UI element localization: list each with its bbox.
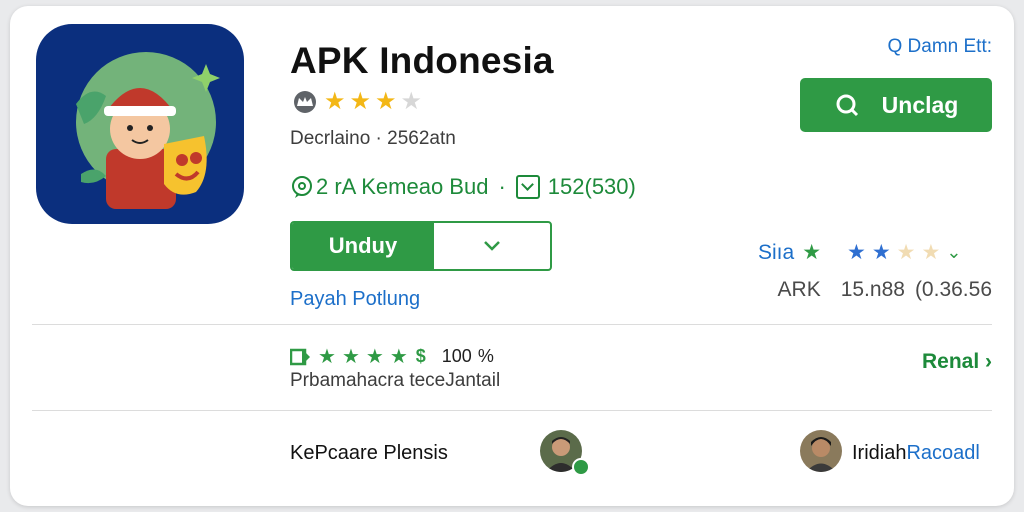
percent-value: 100 [441,346,472,366]
stats-text: 2 rA Kemeao Bud [316,174,489,199]
star-icon: ★ [847,241,866,264]
speech-bubble-icon [292,176,312,198]
primary-button-label: Unclag [881,91,959,118]
chevron-down-icon[interactable] [434,223,550,269]
search-icon [836,94,858,117]
version-value: 15.n88 [840,278,905,301]
checkbox-icon [515,175,540,199]
star-icon: ★ [375,88,397,115]
app-card: APK Indonesia ★ ★ ★ ★ Decrlaino · 2562at… [10,6,1014,506]
app-stats-row: 2 rA Kemeao Bud · 152(530) [290,174,636,200]
dollar-icon: $ [415,346,426,366]
rating-row: ★ ★ ★ ★ [290,90,422,114]
divider [32,324,992,325]
star-icon: ★ [400,88,423,115]
review-subtitle: Prbamahacra teceJantail [290,370,501,391]
star-icon: ★ [389,346,408,368]
apk-label: ARK [777,278,821,301]
divider [32,410,992,411]
star-icon: ★ [921,241,941,264]
review-stats-row: ★ ★ ★ ★ $ 100 % [290,344,494,369]
more-link-label: Renal [921,350,980,373]
star-icon: ★ [896,241,916,264]
install-button[interactable]: Unduy [292,223,434,269]
app-icon[interactable] [36,24,244,224]
count-text: 152(530) [547,174,636,199]
download-square-icon [290,348,310,365]
people-right-label: IridiahRacoadl [852,442,980,465]
crown-icon [294,91,316,113]
secondary-link[interactable]: Payah Potlung [290,288,420,311]
people-right-suffix[interactable]: Racoadl [906,442,979,464]
developer-meta: Decrlaino · 2562atn [290,128,456,149]
size-value: (0.36.56 [914,278,992,301]
primary-button[interactable]: Unclag [800,78,992,132]
star-icon: ★ [318,346,336,368]
side-meta: ARK 15.n88 (0.36.56 [778,278,992,302]
star-icon: ★ [341,346,360,368]
side-rating-label: Siıa [758,240,795,264]
percent-unit: % [477,346,494,366]
chevron-right-icon: › [985,350,992,373]
avatar[interactable] [800,430,842,472]
separator-dot: · [498,174,506,199]
star-icon: ★ [349,88,372,115]
install-split-button: Unduy [290,221,552,271]
star-icon: ★ [871,241,891,264]
side-rating[interactable]: Siıa ★ ★ ★ ★ ★ ⌄ [758,240,961,265]
people-right-prefix: Iridiah [852,442,907,464]
people-left-label: KePcaare Plensis [290,442,448,464]
more-link[interactable]: Renal › [922,350,992,374]
star-icon: ★ [324,88,346,115]
chevron-down-icon: ⌄ [946,242,962,262]
star-icon: ★ [802,241,822,264]
status-badge [572,458,590,476]
app-title: APK Indonesia [290,40,554,81]
star-icon: ★ [365,346,384,368]
top-right-link[interactable]: Q Damn Ett: [887,36,992,58]
